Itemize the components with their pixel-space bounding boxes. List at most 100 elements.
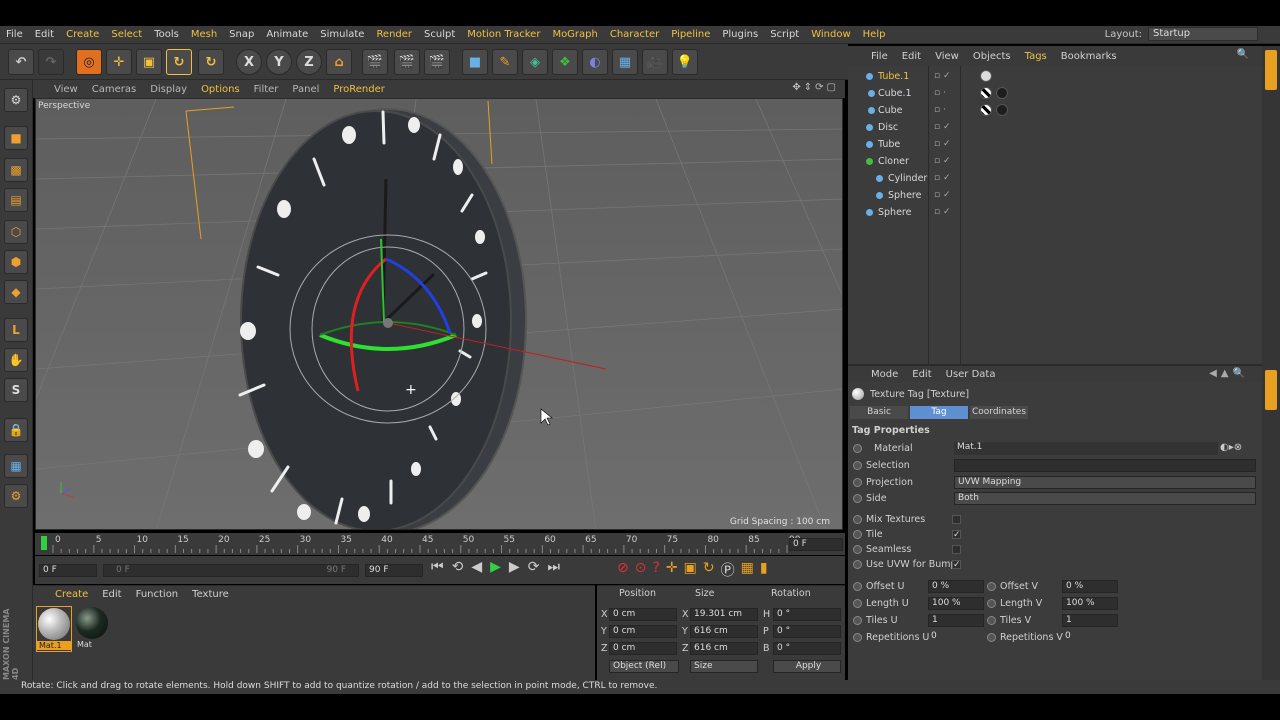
menu-pipeline[interactable]: Pipeline (665, 29, 716, 40)
menu-file[interactable]: File (0, 29, 29, 40)
cube-primitive-icon[interactable]: ■ (462, 49, 488, 75)
play-icon[interactable]: ▶ (490, 559, 501, 575)
next-frame-icon[interactable]: ▶ (509, 559, 520, 575)
size-x-field[interactable]: 19.301 cm (690, 608, 758, 621)
mograph-cloner-icon[interactable]: ❖ (552, 49, 578, 75)
visibility-check-icon[interactable]: ▫ ✓ (934, 207, 951, 217)
seamless-radio[interactable] (853, 545, 862, 554)
object-row[interactable]: Disc ▫ ✓ (848, 119, 1262, 135)
scale-icon[interactable]: ▣ (136, 49, 162, 75)
menu-window[interactable]: Window (805, 29, 856, 40)
viewport-menu-options[interactable]: Options (194, 84, 247, 95)
length-v-field[interactable]: 100 % (1062, 597, 1118, 610)
redo-icon[interactable]: ↷ (38, 49, 64, 75)
objmgr-menu-edit[interactable]: Edit (895, 51, 928, 62)
model-mode-icon[interactable]: ■ (4, 126, 28, 150)
position-z-field[interactable]: 0 cm (609, 642, 677, 655)
viewport-nav-icons[interactable]: ✥⇕⟳▢ (792, 82, 839, 93)
object-row[interactable]: Sphere ▫ ✓ (848, 204, 1262, 220)
make-editable-icon[interactable]: ⚙ (4, 88, 28, 112)
phong-tag-icon[interactable] (980, 87, 992, 99)
viewport-menu-cameras[interactable]: Cameras (85, 84, 143, 95)
viewport-menu-filter[interactable]: Filter (247, 84, 286, 95)
edges-mode-icon[interactable]: ⬢ (4, 250, 28, 274)
go-to-start-icon[interactable]: ⏮ (431, 559, 444, 575)
scale-key-icon[interactable]: ▣ (684, 560, 697, 580)
object-row[interactable]: Tube.1 ▫ ✓ (848, 68, 1262, 84)
menu-plugins[interactable]: Plugins (716, 29, 764, 40)
side-radio[interactable] (853, 494, 862, 503)
menu-script[interactable]: Script (764, 29, 805, 40)
viewport-menu-prorender[interactable]: ProRender (326, 84, 391, 95)
coord-size-dropdown[interactable]: Size (690, 660, 758, 673)
preview-start-field[interactable]: 0 F (39, 564, 97, 577)
quantize-icon[interactable]: ⚙ (4, 484, 28, 508)
menu-help[interactable]: Help (857, 29, 892, 40)
object-row[interactable]: Cube.1 ▫ · (848, 85, 1262, 101)
texture-tag-icon[interactable] (980, 70, 992, 82)
size-z-field[interactable]: 616 cm (690, 642, 758, 655)
tiles-u-field[interactable]: 1 (928, 614, 984, 627)
attributes-side-tab[interactable] (1265, 370, 1277, 410)
texture-mode-icon[interactable]: ▩ (4, 158, 28, 182)
axis-mode-icon[interactable]: L (4, 318, 28, 342)
length-v-radio[interactable] (987, 599, 996, 608)
live-selection-icon[interactable]: ◎ (76, 49, 102, 75)
selection-radio[interactable] (853, 461, 862, 470)
go-to-end-icon[interactable]: ⏭ (547, 559, 560, 575)
menu-simulate[interactable]: Simulate (314, 29, 370, 40)
points-mode-icon[interactable]: ⬡ (4, 220, 28, 244)
object-row[interactable]: Cloner ▫ ✓ (848, 153, 1262, 169)
objmgr-menu-bookmarks[interactable]: Bookmarks (1054, 51, 1124, 62)
object-row[interactable]: Tube ▫ ✓ (848, 136, 1262, 152)
tab-tag[interactable]: Tag (910, 406, 968, 419)
floor-icon[interactable]: ▦ (612, 49, 638, 75)
snap-icon[interactable]: S (4, 378, 28, 402)
repetitions-v-radio[interactable] (987, 633, 996, 642)
subdivision-surface-icon[interactable]: ◈ (522, 49, 548, 75)
material-link-field[interactable]: Mat.1 (954, 442, 1218, 455)
render-picture-viewer-icon[interactable]: 🎬 (394, 49, 420, 75)
x-axis-lock-button[interactable]: X (236, 49, 262, 75)
offset-v-radio[interactable] (987, 582, 996, 591)
pla-key-icon[interactable]: ▦ (741, 560, 754, 580)
current-frame-field[interactable]: 0 F (789, 538, 843, 551)
objects-side-tab[interactable] (1265, 50, 1277, 90)
attr-menu-user-data[interactable]: User Data (939, 369, 1003, 380)
material-swatch-mat1[interactable]: Mat.1 (36, 606, 72, 652)
viewport-menu-display[interactable]: Display (143, 84, 194, 95)
pos-key-icon[interactable]: ✛ (666, 560, 678, 580)
objmgr-menu-objects[interactable]: Objects (966, 51, 1018, 62)
visibility-check-icon[interactable]: ▫ ✓ (934, 173, 951, 183)
camera-icon[interactable]: 🎥 (642, 49, 668, 75)
menu-tools[interactable]: Tools (148, 29, 185, 40)
menu-mesh[interactable]: Mesh (185, 29, 223, 40)
autokey-icon[interactable]: ⊙ (635, 560, 647, 580)
tiles-v-radio[interactable] (987, 616, 996, 625)
position-x-field[interactable]: 0 cm (609, 608, 677, 621)
render-settings-icon[interactable]: 🎬 (424, 49, 450, 75)
repetitions-u-field[interactable]: 0 (928, 631, 984, 644)
menu-character[interactable]: Character (604, 29, 665, 40)
light-icon[interactable]: 💡 (672, 49, 698, 75)
menu-mograph[interactable]: MoGraph (546, 29, 603, 40)
attr-nav-icons[interactable]: ◀▲🔍 (1202, 368, 1256, 379)
material-link-icons[interactable]: ◐▸⊗ (1220, 442, 1242, 453)
offset-u-radio[interactable] (853, 582, 862, 591)
offset-u-field[interactable]: 0 % (928, 580, 984, 593)
prev-frame-icon[interactable]: ◀ (471, 559, 482, 575)
visibility-check-icon[interactable]: ▫ · (934, 88, 946, 98)
menu-sculpt[interactable]: Sculpt (418, 29, 461, 40)
menu-render[interactable]: Render (370, 29, 418, 40)
prev-key-icon[interactable]: ⟲ (452, 559, 464, 575)
menu-snap[interactable]: Snap (223, 29, 260, 40)
menu-select[interactable]: Select (105, 29, 148, 40)
rotation-b-field[interactable]: 0 ° (773, 642, 841, 655)
visibility-check-icon[interactable]: ▫ · (934, 105, 946, 115)
viewport-menu-view[interactable]: View (47, 84, 85, 95)
render-view-icon[interactable]: 🎬 (362, 49, 388, 75)
keyframe-selection-icon[interactable]: ? (652, 560, 659, 580)
repetitions-v-field[interactable]: 0 (1062, 631, 1118, 644)
visibility-check-icon[interactable]: ▫ ✓ (934, 139, 951, 149)
tiles-v-field[interactable]: 1 (1062, 614, 1118, 627)
